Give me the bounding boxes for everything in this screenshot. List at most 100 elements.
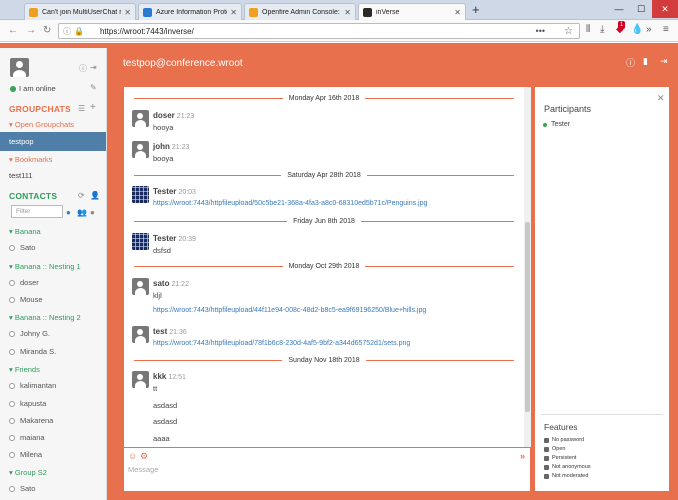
forward-icon[interactable]: → xyxy=(26,24,36,37)
browser-tab-2[interactable]: Azure Information Protection I ✕ xyxy=(138,3,242,20)
menu-icon[interactable]: ≡ xyxy=(663,24,669,35)
room-item-test111[interactable]: test111 xyxy=(0,166,106,185)
contact-item[interactable]: Miranda S. xyxy=(9,347,56,356)
offline-status-icon xyxy=(9,330,15,337)
chat-scrollbar[interactable] xyxy=(524,87,531,447)
participant-item[interactable]: Tester xyxy=(543,121,570,128)
date-separator: Saturday Apr 28th 2018 xyxy=(124,170,524,180)
browser-tab-4[interactable]: inVerse ✕ xyxy=(358,3,466,20)
close-window-button[interactable]: ✕ xyxy=(652,0,678,18)
feature-item: Not anonymous xyxy=(544,464,591,470)
room-item-testpop[interactable]: testpop xyxy=(0,132,106,151)
message-composer: ☺ ⚙ » Message xyxy=(124,447,530,491)
close-tab-icon[interactable]: ✕ xyxy=(454,8,461,17)
contacts-filter-input[interactable]: Filter xyxy=(11,205,63,218)
participants-title: Participants xyxy=(544,104,592,114)
bookmarks-toggle[interactable]: ▾ Bookmarks xyxy=(9,155,52,164)
azure-favicon-icon xyxy=(143,7,152,17)
unmoderated-icon xyxy=(544,473,549,479)
close-icon[interactable]: ✕ xyxy=(657,93,665,104)
close-tab-icon[interactable]: ✕ xyxy=(344,8,351,17)
close-tab-icon[interactable]: ✕ xyxy=(124,8,131,17)
group-banana-nesting-2[interactable]: ▾ Banana :: Nesting 2 xyxy=(9,313,81,322)
file-link[interactable]: https://wroot:7443/httpfileupload/78f1b6… xyxy=(153,338,410,349)
page-title: testpop@conference.wroot xyxy=(123,58,243,69)
contact-item[interactable]: doser xyxy=(9,278,39,287)
status-indicator[interactable]: I am online xyxy=(10,84,56,93)
contact-item[interactable]: Sato xyxy=(9,243,35,252)
overflow-icon[interactable]: » xyxy=(646,24,652,35)
page-actions-icon[interactable]: ••• xyxy=(536,26,545,36)
list-icon[interactable]: ☰ xyxy=(78,104,85,114)
reload-icon[interactable]: ↻ xyxy=(43,24,51,37)
group-banana[interactable]: ▾ Banana xyxy=(9,227,41,236)
library-icon[interactable]: ⫴ xyxy=(586,24,590,35)
url-text[interactable]: https://wroot:7443/inverse/ xyxy=(100,27,194,36)
new-tab-button[interactable]: + xyxy=(472,3,480,17)
offline-status-icon xyxy=(9,382,15,389)
info-icon[interactable]: ⓘ xyxy=(79,64,87,74)
contact-item[interactable]: Makarena xyxy=(9,416,53,425)
file-link[interactable]: https://wroot:7443/httpfileupload/44f11e… xyxy=(153,307,426,314)
forum-favicon-icon xyxy=(29,7,38,17)
feature-item: Persistent xyxy=(544,455,576,461)
avatar xyxy=(132,326,149,343)
bookmark-star-icon[interactable]: ☆ xyxy=(564,26,573,37)
contact-item[interactable]: kapusta xyxy=(9,399,46,408)
close-tab-icon[interactable]: ✕ xyxy=(230,8,237,17)
avatar[interactable] xyxy=(10,58,29,77)
contact-item[interactable]: kalimantan xyxy=(9,381,56,390)
lock-icon: 🔒 xyxy=(74,26,84,36)
download-icon[interactable]: ⤓ xyxy=(600,24,604,35)
group-friends[interactable]: ▾ Friends xyxy=(9,365,40,374)
filter-status-icon[interactable]: ● xyxy=(90,208,95,218)
chat-message: doser 21:23 hooya xyxy=(132,110,194,133)
emoji-icon[interactable]: ☺ xyxy=(128,451,137,461)
minimize-button[interactable]: — xyxy=(608,0,630,18)
address-bar[interactable]: ⓘ 🔒 https://wroot:7443/inverse/ ••• ☆ xyxy=(58,23,580,39)
scrollbar-thumb[interactable] xyxy=(525,222,530,412)
globe-icon xyxy=(544,446,549,452)
contact-item[interactable]: maiana xyxy=(9,433,45,442)
offline-status-icon xyxy=(9,485,15,492)
info-icon[interactable]: ⓘ xyxy=(63,26,71,37)
drop-icon[interactable]: 💧 xyxy=(631,24,643,35)
chat-message: test 21:36 https://wroot:7443/httpfileupl… xyxy=(132,326,410,349)
message-line: asdasd xyxy=(153,401,178,410)
contact-item[interactable]: Milena xyxy=(9,450,42,459)
leave-room-icon[interactable]: ⇥ xyxy=(660,56,668,67)
group-banana-nesting-1[interactable]: ▾ Banana :: Nesting 1 xyxy=(9,262,81,271)
send-icon[interactable]: » xyxy=(520,451,525,461)
offline-status-icon xyxy=(9,244,15,251)
contacts-heading: CONTACTS xyxy=(9,191,58,201)
offline-status-icon xyxy=(9,400,15,407)
chat-message: Tester 20:03 https://wroot:7443/httpfileu… xyxy=(132,186,427,209)
sync-icon[interactable]: ⟳ xyxy=(78,191,85,201)
browser-tab-1[interactable]: Can't join MultiUserChat remo ✕ xyxy=(24,3,136,20)
add-room-icon[interactable]: + xyxy=(90,103,96,113)
filter-user-icon[interactable]: ● xyxy=(66,208,71,218)
unlock-icon xyxy=(544,437,549,443)
maximize-button[interactable]: ☐ xyxy=(630,0,652,18)
bookmark-icon[interactable]: ▮ xyxy=(643,56,648,67)
contact-item[interactable]: Mouse xyxy=(9,295,43,304)
edit-status-icon[interactable]: ✎ xyxy=(90,83,97,93)
group-s2[interactable]: ▾ Group S2 xyxy=(9,468,47,477)
avatar xyxy=(132,186,149,203)
filter-group-icon[interactable]: 👥 xyxy=(77,208,87,218)
save-icon xyxy=(544,455,549,461)
browser-tab-3[interactable]: Openfire Admin Console: inVer ✕ xyxy=(244,3,356,20)
logout-icon[interactable]: ⇥ xyxy=(90,63,97,73)
chat-content[interactable]: Monday Apr 16th 2018 doser 21:23 hooya jo… xyxy=(124,87,530,447)
message-input[interactable]: Message xyxy=(128,465,158,474)
back-icon[interactable]: ← xyxy=(8,24,18,37)
add-contact-icon[interactable]: 👤 xyxy=(90,191,100,201)
file-link[interactable]: https://wroot:7443/httpfileupload/50c5be… xyxy=(153,198,427,209)
contact-item[interactable]: Sato xyxy=(9,484,35,493)
room-info-icon[interactable]: ⓘ xyxy=(626,56,635,69)
open-groupchats-toggle[interactable]: ▾ Open Groupchats xyxy=(9,120,74,129)
settings-icon[interactable]: ⚙ xyxy=(140,451,148,462)
contact-item[interactable]: Johny G. xyxy=(9,329,50,338)
feature-item: Not moderated xyxy=(544,473,588,479)
chat-header: testpop@conference.wroot ⓘ ▮ ⇥ xyxy=(107,48,678,78)
